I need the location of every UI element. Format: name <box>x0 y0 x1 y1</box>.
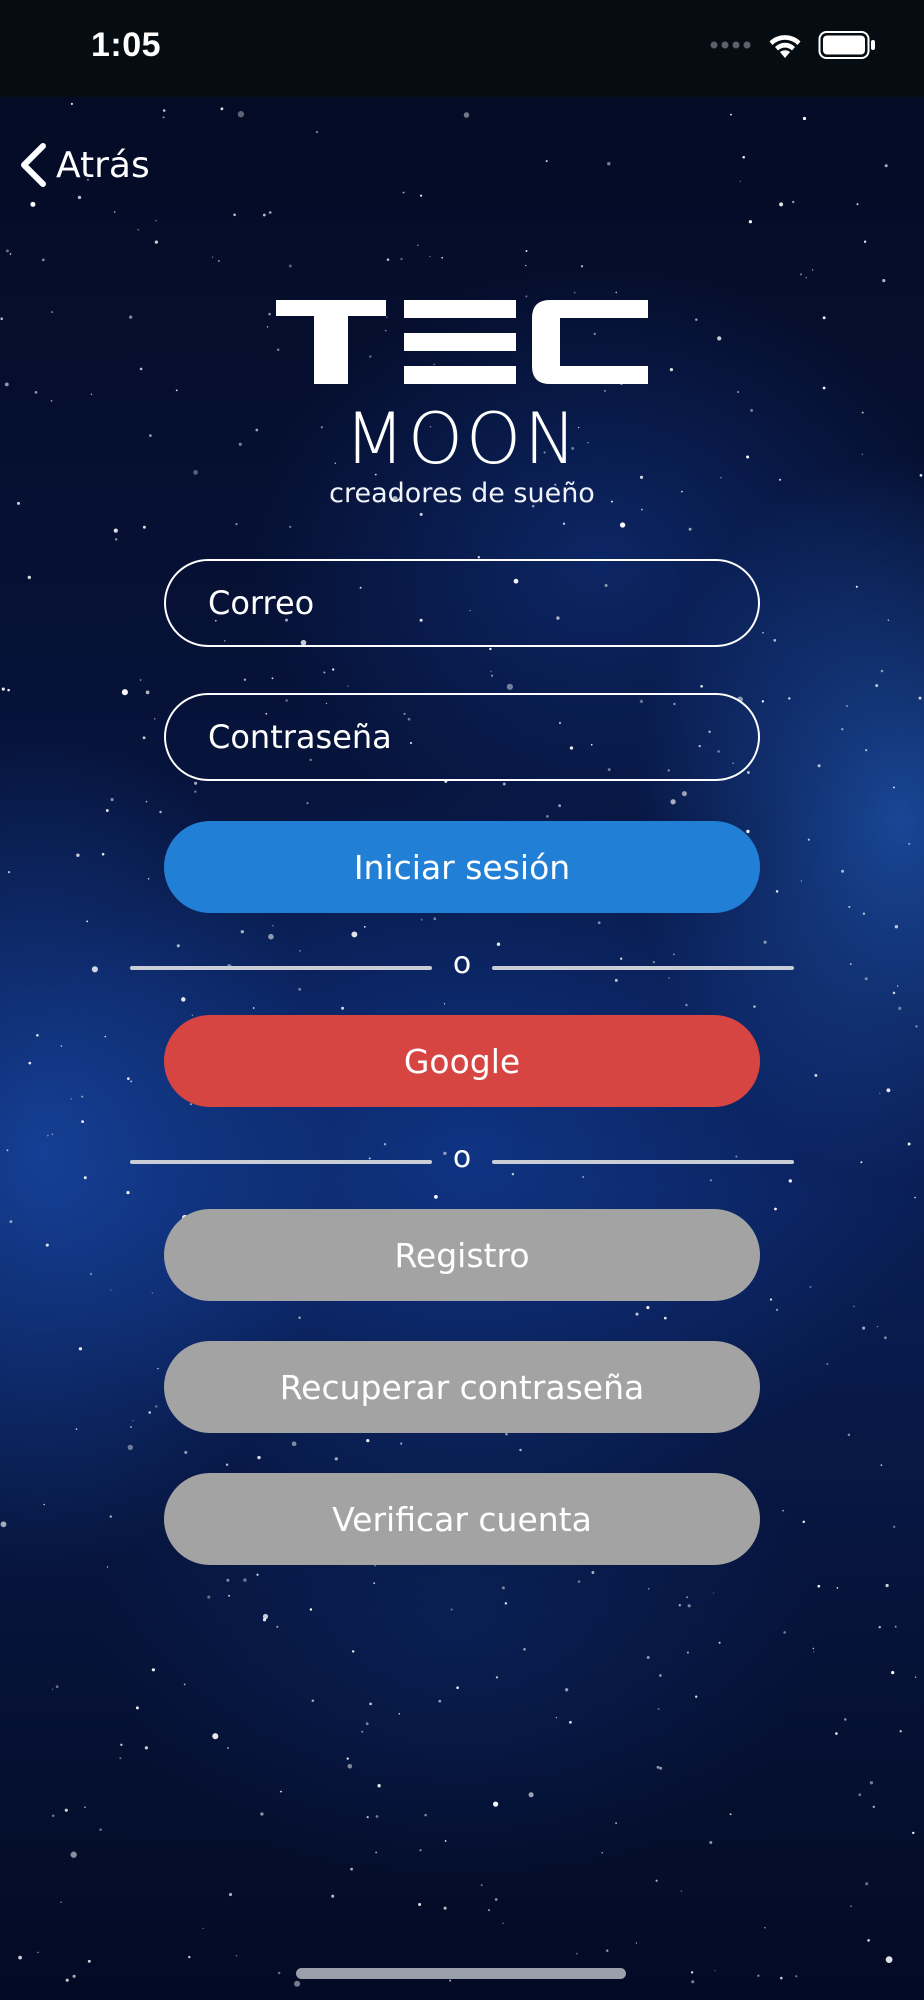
logo-name: MOON <box>344 398 580 480</box>
recover-password-button[interactable]: Recuperar contraseña <box>164 1341 760 1433</box>
chevron-left-icon <box>21 143 46 187</box>
email-placeholder: Correo <box>208 584 315 622</box>
login-button[interactable]: Iniciar sesión <box>164 821 760 913</box>
signal-icon <box>710 41 751 49</box>
divider-text: o <box>452 946 472 981</box>
status-bar: 1:05 <box>0 0 924 97</box>
back-button[interactable]: Atrás <box>18 142 150 188</box>
divider-text: o <box>452 1140 472 1175</box>
battery-icon <box>818 31 875 59</box>
logo-tagline: creadores de sueño <box>329 478 595 509</box>
verify-account-button[interactable]: Verificar cuenta <box>164 1473 760 1565</box>
password-placeholder: Contraseña <box>208 718 392 756</box>
divider-line <box>492 966 794 970</box>
email-field[interactable]: Correo <box>164 559 760 647</box>
wifi-icon <box>769 35 801 58</box>
tec-wordmark <box>276 300 648 384</box>
status-time: 1:05 <box>91 26 162 64</box>
home-indicator <box>296 1968 626 1979</box>
tec-moon-logo: MOON creadores de sueño <box>270 296 654 509</box>
google-button[interactable]: Google <box>164 1015 760 1107</box>
or-divider: o <box>130 1140 794 1180</box>
or-divider: o <box>130 946 794 986</box>
register-button[interactable]: Registro <box>164 1209 760 1301</box>
password-field[interactable]: Contraseña <box>164 693 760 781</box>
status-icons <box>710 30 876 60</box>
divider-line <box>492 1160 794 1164</box>
back-label: Atrás <box>56 144 150 186</box>
